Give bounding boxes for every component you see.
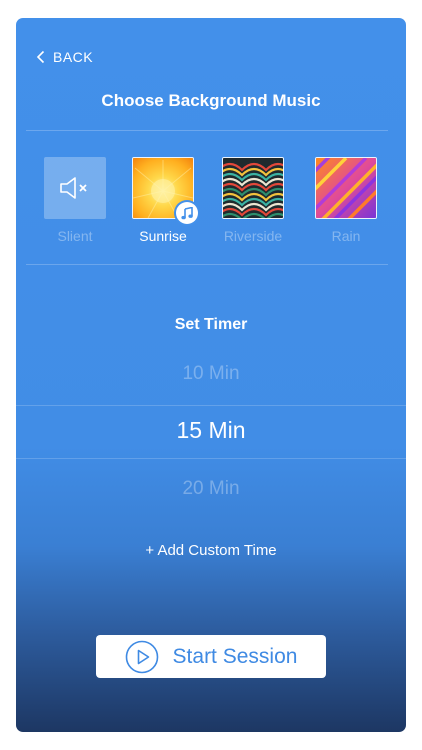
now-playing-badge [176, 202, 198, 224]
track-riverside-thumb [222, 157, 284, 219]
track-rain-thumb [315, 157, 377, 219]
timer-title: Set Timer [174, 316, 248, 333]
track-label: Sunrise [139, 228, 187, 244]
timer-option-selected[interactable]: 15 Min [16, 417, 406, 444]
track-sunrise[interactable]: Sunrise [123, 157, 203, 244]
music-note-icon [181, 206, 193, 219]
chevron-left-icon [36, 50, 45, 64]
start-session-button[interactable]: Start Session [96, 635, 326, 678]
track-label: Rain [331, 228, 361, 244]
rain-artwork [316, 158, 376, 218]
start-session-label: Start Session [172, 644, 298, 668]
music-timer-screen: BACK Choose Background Music Slient Sunr… [16, 18, 406, 732]
play-icon [125, 640, 158, 673]
speaker-muted-icon [60, 177, 87, 199]
track-silent[interactable]: Slient [35, 157, 115, 244]
timer-option[interactable]: 10 Min [16, 363, 406, 385]
back-button[interactable]: BACK [36, 49, 93, 65]
top-divider [26, 130, 388, 131]
back-label: BACK [53, 49, 94, 65]
timer-option[interactable]: 20 Min [16, 478, 406, 500]
page-title: Choose Background Music [101, 91, 321, 110]
track-sunrise-thumb [132, 157, 198, 224]
track-rain[interactable]: Rain [306, 157, 386, 244]
track-silent-thumb [44, 157, 106, 219]
middle-divider [26, 264, 388, 265]
music-track-list: Slient Sunrise Riverside Rain [16, 157, 406, 257]
track-riverside[interactable]: Riverside [213, 157, 293, 244]
riverside-artwork [223, 158, 283, 218]
track-label: Riverside [223, 228, 283, 244]
add-custom-time-button[interactable]: + Add Custom Time [16, 542, 406, 559]
track-label: Slient [57, 228, 93, 244]
